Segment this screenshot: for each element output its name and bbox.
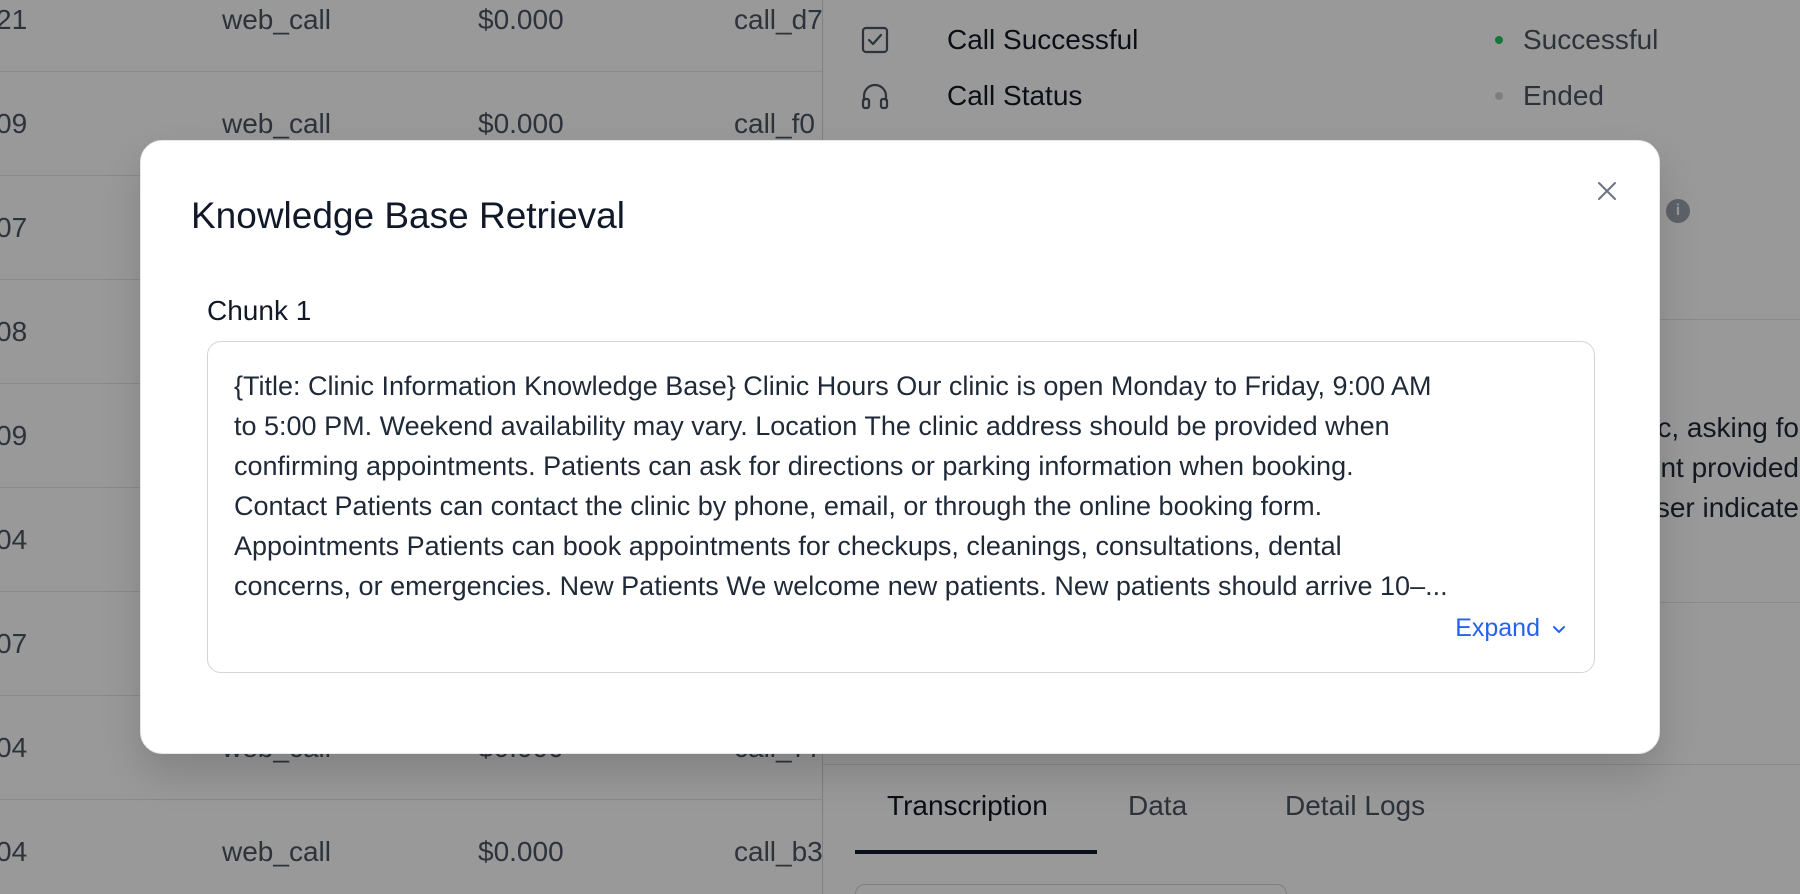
chunk-line: Contact Patients can contact the clinic … [234, 491, 1323, 521]
chunk-text: {Title: Clinic Information Knowledge Bas… [234, 366, 1574, 606]
chunk-line: Appointments Patients can book appointme… [234, 531, 1342, 561]
expand-button[interactable]: Expand [1455, 614, 1568, 643]
chunk-content-box: {Title: Clinic Information Knowledge Bas… [207, 341, 1595, 673]
close-button[interactable] [1591, 175, 1623, 207]
chunk-line: to 5:00 PM. Weekend availability may var… [234, 411, 1390, 441]
close-icon [1598, 182, 1616, 200]
chunk-line: {Title: Clinic Information Knowledge Bas… [234, 371, 1432, 401]
chunk-line: confirming appointments. Patients can as… [234, 451, 1354, 481]
chunk-label: Chunk 1 [207, 295, 312, 326]
dialog-title: Knowledge Base Retrieval [191, 195, 625, 236]
chevron-down-icon [1553, 625, 1565, 633]
chunk-line: concerns, or emergencies. New Patients W… [234, 571, 1448, 601]
knowledge-base-retrieval-dialog: Knowledge Base Retrieval Chunk 1 {Title:… [140, 140, 1660, 754]
expand-label: Expand [1455, 614, 1540, 642]
